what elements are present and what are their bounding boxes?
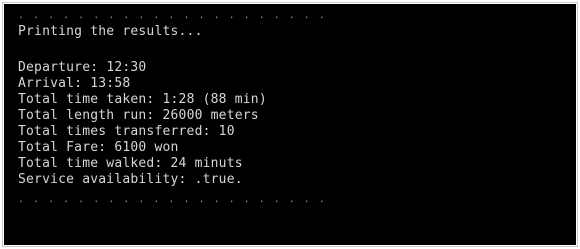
result-label: Departure: — [18, 60, 99, 75]
result-label: Arrival: — [18, 76, 83, 91]
terminal-header-line: Printing the results... — [18, 24, 203, 39]
result-value: 26000 meters — [162, 108, 259, 123]
result-line-departure: Departure: 12:30 — [18, 60, 146, 76]
result-value: .true. — [194, 172, 243, 187]
result-line-times-transferred: Total times transferred: 10 — [18, 124, 235, 140]
result-line-time-taken: Total time taken: 1:28 (88 min) — [18, 92, 267, 108]
result-value: 1:28 (88 min) — [162, 92, 267, 107]
result-label: Total Fare: — [18, 140, 107, 155]
result-line-arrival: Arrival: 13:58 — [18, 76, 130, 92]
result-label: Total length run: — [18, 108, 155, 123]
result-line-time-walked: Total time walked: 24 minuts — [18, 156, 243, 172]
terminal-bottom-partial-line: . . . . . . . . . . . . . . . . . . . . … — [18, 194, 327, 205]
terminal-window: . . . . . . . . . . . . . . . . . . . . … — [4, 4, 576, 245]
result-label: Service availability: — [18, 172, 187, 187]
result-value: 10 — [218, 124, 235, 139]
result-value: 12:30 — [106, 60, 147, 75]
result-value: 6100 won — [114, 140, 179, 155]
result-label: Total time walked: — [18, 156, 163, 171]
result-value: 24 minuts — [170, 156, 243, 171]
result-line-length-run: Total length run: 26000 meters — [18, 108, 259, 124]
result-line-fare: Total Fare: 6100 won — [18, 140, 179, 156]
result-line-service-availability: Service availability: .true. — [18, 172, 243, 188]
result-label: Total times transferred: — [18, 124, 211, 139]
terminal-top-partial-line: . . . . . . . . . . . . . . . . . . . . … — [18, 10, 327, 21]
result-value: 13:58 — [90, 76, 131, 91]
result-label: Total time taken: — [18, 92, 155, 107]
